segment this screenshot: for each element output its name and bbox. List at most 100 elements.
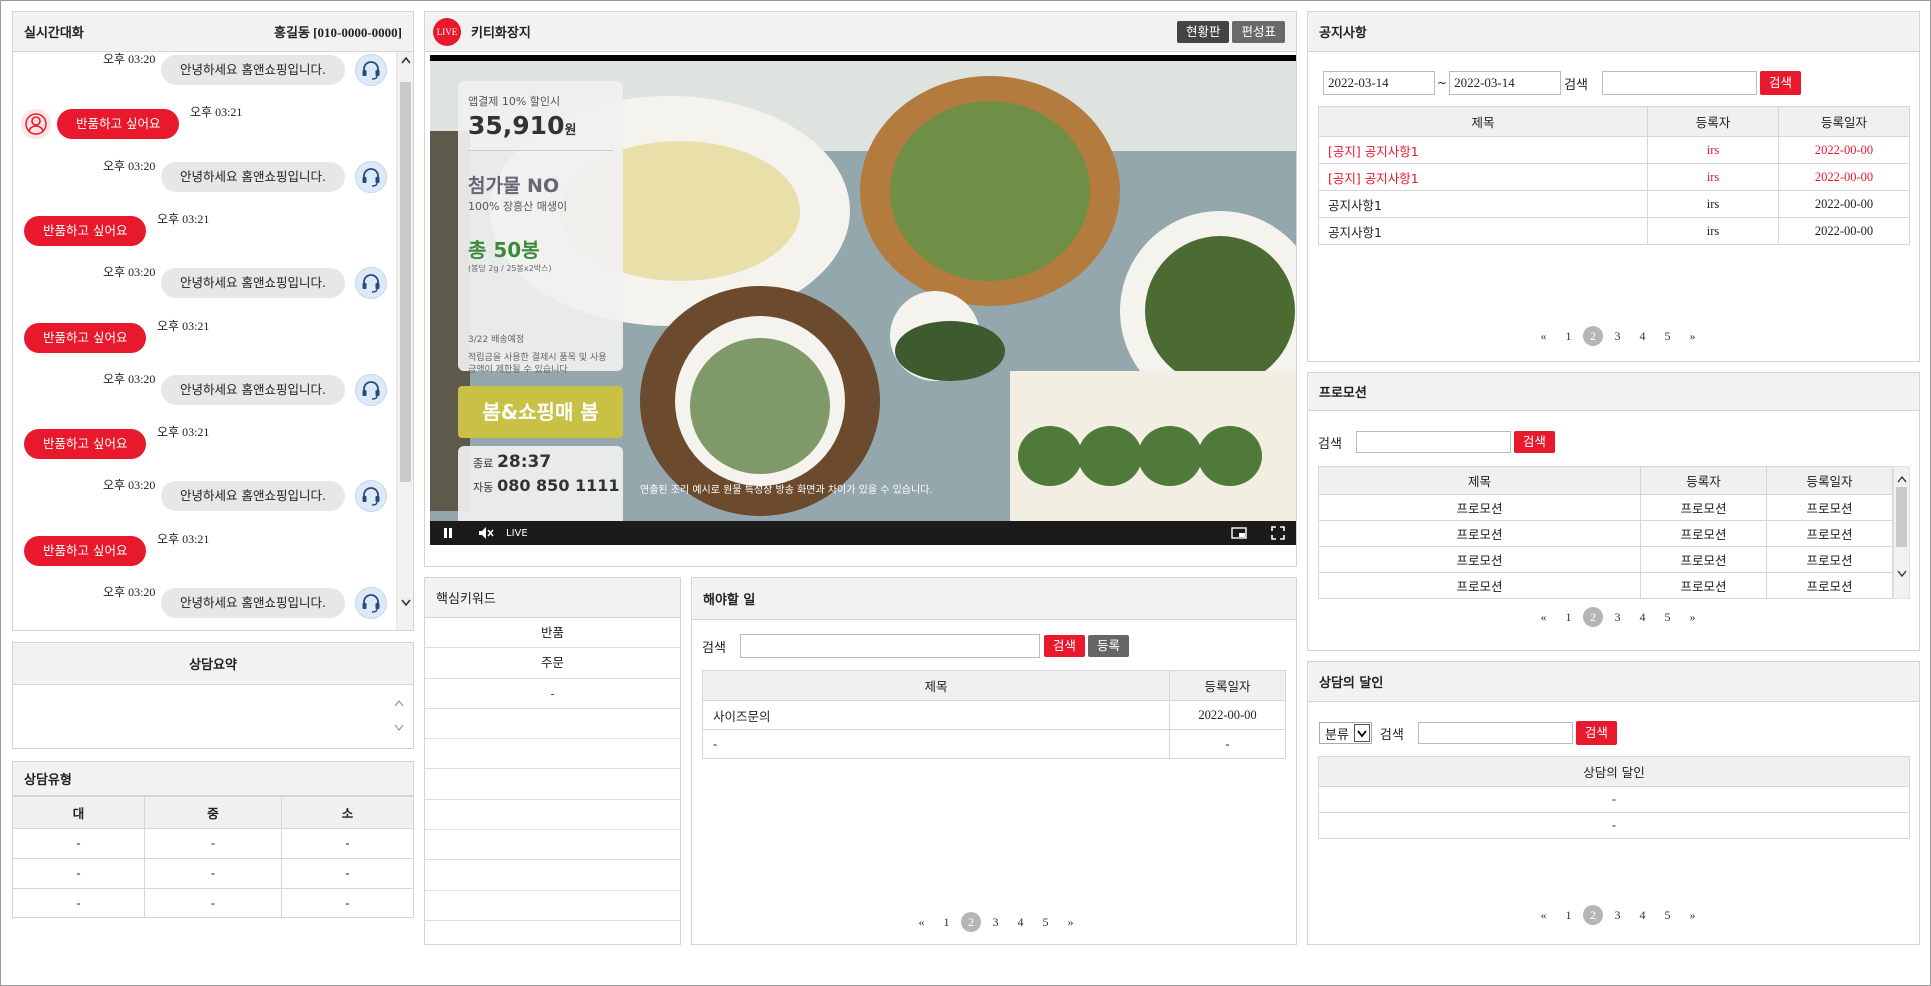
keyword-item[interactable]: [425, 739, 680, 770]
cell: -: [144, 858, 282, 889]
page-button[interactable]: 1: [1556, 908, 1581, 923]
table-row[interactable]: [공지] 공지사항1 irs 2022-00-00: [1318, 163, 1910, 191]
chevron-up-icon[interactable]: [1897, 472, 1907, 486]
keyword-item[interactable]: 반품: [425, 618, 680, 649]
keyword-item[interactable]: [425, 891, 680, 921]
pip-icon[interactable]: [1231, 527, 1247, 539]
table-row[interactable]: 공지사항1 irs 2022-00-00: [1318, 190, 1910, 218]
todo-search-input[interactable]: [739, 634, 1040, 658]
mute-icon[interactable]: [478, 526, 494, 540]
keyword-item[interactable]: -: [425, 679, 680, 709]
chevron-down-icon[interactable]: [397, 597, 413, 613]
page-first-button[interactable]: «: [909, 915, 934, 930]
page-button[interactable]: 2: [1583, 326, 1603, 346]
page-button[interactable]: 5: [1033, 915, 1058, 930]
cell: -: [144, 828, 282, 859]
agent-message: 오후 03:20 안녕하세요 홈앤쇼핑입니다.: [13, 372, 393, 412]
table-row[interactable]: -: [1318, 786, 1910, 813]
price-unit: 원: [564, 123, 577, 138]
notice-search-button[interactable]: 검색: [1759, 71, 1801, 95]
page-first-button[interactable]: «: [1531, 610, 1556, 625]
page-button[interactable]: 1: [1556, 329, 1581, 344]
chat-scrollbar[interactable]: [396, 52, 413, 630]
keyword-item[interactable]: [425, 830, 680, 861]
table-row[interactable]: 프로모션 프로모션 프로모션: [1318, 494, 1893, 521]
table-row[interactable]: 프로모션 프로모션 프로모션: [1318, 520, 1893, 547]
promotion-search-input[interactable]: [1355, 431, 1511, 453]
master-search-button[interactable]: 검색: [1575, 721, 1617, 745]
page-button[interactable]: 1: [934, 915, 959, 930]
keyword-item[interactable]: [425, 860, 680, 891]
category-select[interactable]: 분류: [1319, 722, 1372, 744]
col-date: 등록일자: [1766, 466, 1893, 495]
table-row[interactable]: 사이즈문의 2022-00-00: [702, 700, 1286, 730]
chat-message-list[interactable]: 오후 03:20 안녕하세요 홈앤쇼핑입니다. 반품하고 싶어요 오후 03:21 오후…: [13, 52, 413, 630]
page-button[interactable]: 4: [1008, 915, 1033, 930]
video-controls: LIVE: [430, 521, 1296, 545]
page-button[interactable]: 4: [1630, 610, 1655, 625]
keyword-item[interactable]: [425, 709, 680, 740]
date-to-input[interactable]: 2022-03-14: [1449, 71, 1562, 95]
notice-title: 공지사항: [1319, 26, 1367, 41]
page-last-button[interactable]: »: [1680, 908, 1705, 923]
fullscreen-icon[interactable]: [1271, 526, 1285, 540]
page-last-button[interactable]: »: [1058, 915, 1083, 930]
page-button[interactable]: 2: [1583, 607, 1603, 627]
summary-textarea[interactable]: [13, 685, 393, 748]
table-row[interactable]: -: [1318, 812, 1910, 839]
message-time: 오후 03:21: [157, 318, 210, 333]
todo-search-button[interactable]: 검색: [1043, 635, 1085, 657]
message-time: 오후 03:21: [190, 105, 243, 120]
table-row[interactable]: --: [702, 729, 1286, 759]
scroll-thumb[interactable]: [400, 82, 411, 482]
promotion-scrollbar[interactable]: [1893, 466, 1910, 599]
table-row[interactable]: ---: [13, 888, 413, 917]
todo-panel: 해야할 일 검색 검색 등록 제목 등록일자 사이즈문의 2022-00-00 -…: [691, 577, 1297, 945]
page-last-button[interactable]: »: [1680, 610, 1705, 625]
keyword-item[interactable]: [425, 921, 680, 944]
master-search-input[interactable]: [1417, 722, 1573, 744]
live-video[interactable]: 앱결제 10% 할인시 35,910원 첨가물 NO 100% 장흥산 매생이 …: [430, 55, 1296, 545]
promotion-search-button[interactable]: 검색: [1513, 431, 1555, 453]
keyword-item[interactable]: [425, 769, 680, 800]
cell: 2022-00-00: [1778, 136, 1910, 164]
todo-table: 제목 등록일자 사이즈문의 2022-00-00 --: [702, 670, 1286, 759]
page-button[interactable]: 5: [1655, 908, 1680, 923]
date-from-input[interactable]: 2022-03-14: [1323, 71, 1435, 95]
page-button[interactable]: 1: [1556, 610, 1581, 625]
summary-scroll-arrows[interactable]: [393, 698, 405, 738]
message-time: 오후 03:21: [157, 531, 210, 546]
chevron-down-icon[interactable]: [1897, 567, 1907, 581]
chevron-up-icon[interactable]: [397, 54, 413, 70]
table-row[interactable]: 프로모션 프로모션 프로모션: [1318, 572, 1893, 599]
customer-bubble: 반품하고 싶어요: [24, 535, 147, 566]
keyword-item[interactable]: 주문: [425, 648, 680, 679]
table-row[interactable]: [공지] 공지사항1 irs 2022-00-00: [1318, 136, 1910, 164]
page-first-button[interactable]: «: [1531, 329, 1556, 344]
page-button[interactable]: 3: [1605, 908, 1630, 923]
page-button[interactable]: 3: [1605, 610, 1630, 625]
schedule-button[interactable]: 편성표: [1232, 20, 1285, 43]
headset-icon: [355, 160, 387, 193]
scroll-thumb[interactable]: [1896, 487, 1907, 547]
status-board-button[interactable]: 현황판: [1176, 20, 1230, 43]
page-button[interactable]: 4: [1630, 329, 1655, 344]
table-row[interactable]: 프로모션 프로모션 프로모션: [1318, 546, 1893, 573]
table-row[interactable]: 공지사항1 irs 2022-00-00: [1318, 217, 1910, 245]
page-first-button[interactable]: «: [1531, 908, 1556, 923]
page-button[interactable]: 2: [961, 912, 981, 932]
page-button[interactable]: 5: [1655, 329, 1680, 344]
table-row[interactable]: ---: [13, 828, 413, 859]
todo-register-button[interactable]: 등록: [1087, 635, 1129, 657]
page-button[interactable]: 4: [1630, 908, 1655, 923]
live-badge: LIVE: [433, 17, 461, 46]
page-button[interactable]: 3: [1605, 329, 1630, 344]
pause-icon[interactable]: [442, 527, 454, 539]
notice-search-input[interactable]: [1601, 71, 1757, 95]
page-button[interactable]: 3: [983, 915, 1008, 930]
page-button[interactable]: 2: [1583, 905, 1603, 925]
keyword-item[interactable]: [425, 800, 680, 831]
page-last-button[interactable]: »: [1680, 329, 1705, 344]
table-row[interactable]: ---: [13, 858, 413, 889]
page-button[interactable]: 5: [1655, 610, 1680, 625]
